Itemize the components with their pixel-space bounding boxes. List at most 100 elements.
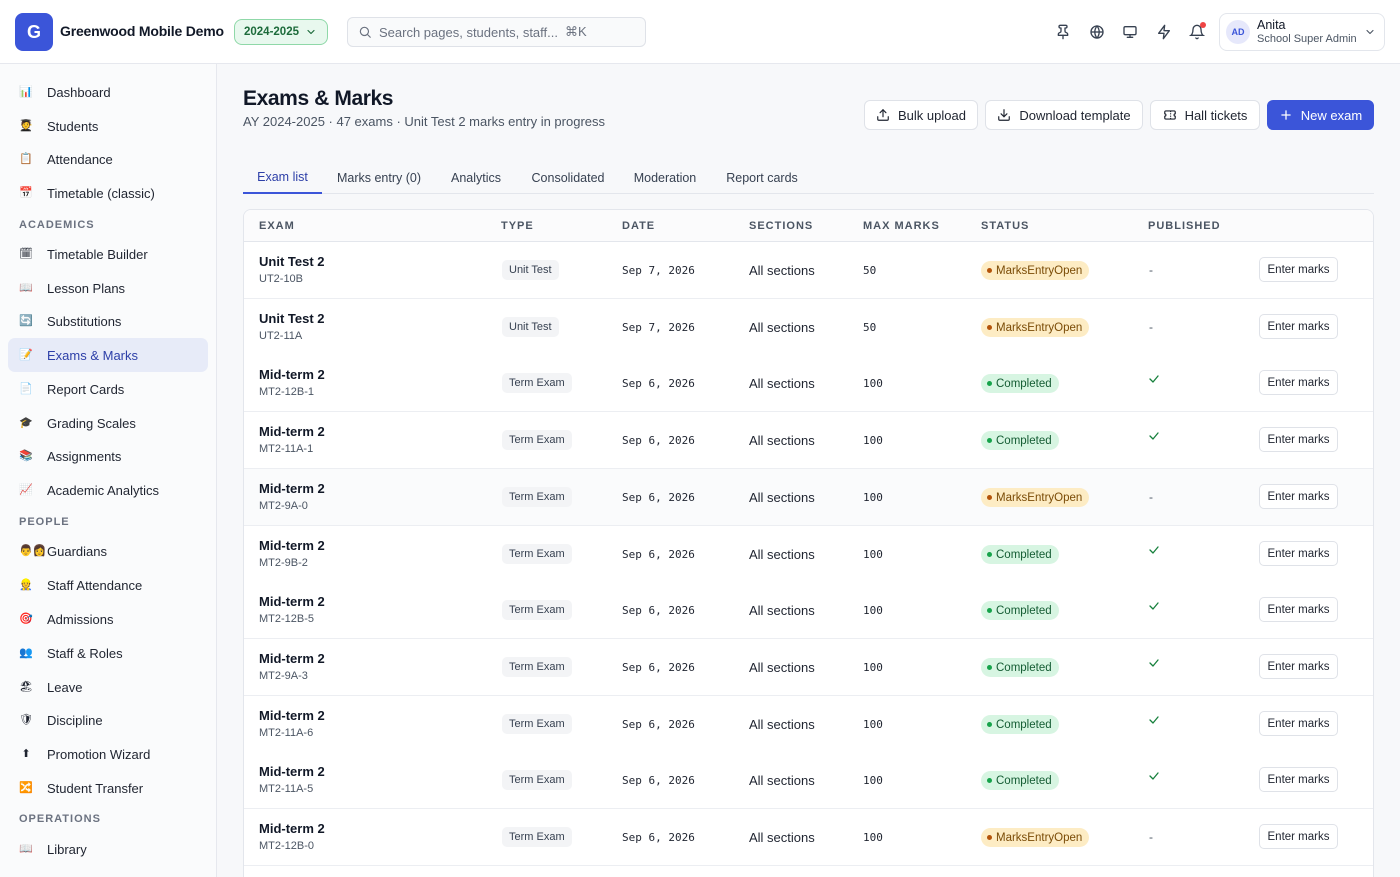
academic-year-selector[interactable]: 2024-2025 <box>234 19 328 45</box>
exam-date: Sep 6, 2026 <box>622 661 695 674</box>
table-row[interactable]: Mid-term 2 MT2-12B-1 Term Exam Sep 6, 2026 A… <box>244 355 1373 412</box>
exam-name[interactable]: Mid-term 2 <box>259 651 325 666</box>
sidebar-item-substitutions[interactable]: 🔄 Substitutions <box>8 304 208 338</box>
sidebar-item-label: Timetable Builder <box>47 246 148 262</box>
user-menu[interactable]: AD Anita School Super Admin <box>1219 13 1385 51</box>
sidebar-item-lesson-plans[interactable]: 📖 Lesson Plans <box>8 271 208 305</box>
bell-icon[interactable] <box>1187 22 1207 42</box>
sidebar-item-assignments[interactable]: 📚 Assignments <box>8 439 208 473</box>
enter-marks-button[interactable]: Enter marks <box>1259 484 1338 509</box>
column-header-exam[interactable]: EXAM <box>259 220 295 232</box>
sidebar-item-grading-scales[interactable]: 🎓 Grading Scales <box>8 406 208 440</box>
tab-marks-entry[interactable]: Marks entry (0) <box>329 161 429 194</box>
sidebar-section-operations: OPERATIONS <box>19 813 101 825</box>
tab-consolidated[interactable]: Consolidated <box>521 161 615 194</box>
sidebar-item-guardians[interactable]: 👨‍👩 Guardians <box>8 534 208 568</box>
pin-icon[interactable] <box>1053 22 1073 42</box>
exam-sections: All sections <box>749 547 815 562</box>
table-row[interactable]: Mid-term 2 MT2-9A-3 Term Exam Sep 6, 2026 Al… <box>244 639 1373 696</box>
enter-marks-button[interactable]: Enter marks <box>1259 654 1338 679</box>
download-template-button[interactable]: Download template <box>985 100 1143 130</box>
table-row[interactable]: Mid-term 2 MT2-11A-5 Term Exam Sep 6, 2026 A… <box>244 752 1373 809</box>
monitor-icon[interactable] <box>1120 22 1140 42</box>
hall-tickets-button[interactable]: Hall tickets <box>1150 100 1260 130</box>
bulk-upload-button[interactable]: Bulk upload <box>864 100 978 130</box>
exam-date: Sep 6, 2026 <box>622 774 695 787</box>
exam-name[interactable]: Mid-term 2 <box>259 594 325 609</box>
exam-sections: All sections <box>749 773 815 788</box>
status-dot <box>987 665 992 670</box>
sidebar-item-report-cards[interactable]: 📄 Report Cards <box>8 372 208 406</box>
sidebar-item-discipline[interactable]: 🛡 Discipline <box>8 703 208 737</box>
sidebar-item-timetable-builder[interactable]: 🗓 Timetable Builder <box>8 237 208 271</box>
exam-name[interactable]: Unit Test 2 <box>259 254 325 269</box>
sidebar-item-dashboard[interactable]: 📊 Dashboard <box>8 75 208 109</box>
exam-name[interactable]: Mid-term 2 <box>259 708 325 723</box>
table-row[interactable]: Mid-term 2 MT2-12B-0 Term Exam Sep 6, 2026 A… <box>244 809 1373 866</box>
book-icon: 📖 <box>19 842 33 855</box>
enter-marks-button[interactable]: Enter marks <box>1259 370 1338 395</box>
lightning-icon[interactable] <box>1154 22 1174 42</box>
column-header-status[interactable]: STATUS <box>981 220 1029 232</box>
exam-name[interactable]: Mid-term 2 <box>259 367 325 382</box>
column-header-max-marks[interactable]: MAX MARKS <box>863 220 940 232</box>
enter-marks-button[interactable]: Enter marks <box>1259 314 1338 339</box>
table-row[interactable]: Mid-term 2 MT2-11A-1 Term Exam Sep 6, 2026 A… <box>244 412 1373 469</box>
sidebar-item-attendance[interactable]: 📋 Attendance <box>8 142 208 176</box>
table-row[interactable]: Mid-term 2 MT2-9B-2 Term Exam Sep 6, 2026 Al… <box>244 526 1373 583</box>
download-icon <box>998 109 1011 121</box>
table-row[interactable]: Unit Test 2 UT2-10B Unit Test Sep 7, 2026 Al… <box>244 242 1373 299</box>
sidebar-item-exams-marks[interactable]: 📝 Exams & Marks <box>8 338 208 372</box>
enter-marks-button[interactable]: Enter marks <box>1259 711 1338 736</box>
table-row[interactable]: Unit Test 2 UT2-11A Unit Test Sep 7, 2026 Al… <box>244 299 1373 356</box>
sidebar-item-students[interactable]: 🧑‍🎓 Students <box>8 109 208 143</box>
new-exam-button[interactable]: New exam <box>1267 100 1374 130</box>
notification-dot <box>1200 22 1206 28</box>
worker-icon: 👷 <box>19 578 33 591</box>
tab-analytics[interactable]: Analytics <box>442 161 510 194</box>
exam-name[interactable]: Mid-term 2 <box>259 538 325 553</box>
sidebar-item-staff-roles[interactable]: 👥 Staff & Roles <box>8 636 208 670</box>
exam-name[interactable]: Mid-term 2 <box>259 481 325 496</box>
table-row[interactable]: Mid-term 2 MT2-9A-0 Term Exam Sep 6, 2026 Al… <box>244 469 1373 526</box>
column-header-type[interactable]: TYPE <box>501 220 534 232</box>
enter-marks-button[interactable]: Enter marks <box>1259 597 1338 622</box>
exam-name[interactable]: Mid-term 2 <box>259 764 325 779</box>
enter-marks-button[interactable]: Enter marks <box>1259 767 1338 792</box>
sidebar-item-academic-analytics[interactable]: 📈 Academic Analytics <box>8 473 208 507</box>
sidebar-item-library[interactable]: 📖 Library <box>8 832 208 866</box>
sidebar-item-leave[interactable]: 🏖 Leave <box>8 670 208 704</box>
globe-icon[interactable] <box>1087 22 1107 42</box>
sidebar-item-staff-attendance[interactable]: 👷 Staff Attendance <box>8 568 208 602</box>
enter-marks-button[interactable]: Enter marks <box>1259 427 1338 452</box>
exam-name[interactable]: Mid-term 2 <box>259 821 325 836</box>
exam-max-marks: 100 <box>863 604 883 617</box>
column-header-published[interactable]: PUBLISHED <box>1148 220 1221 232</box>
exam-name[interactable]: Mid-term 2 <box>259 424 325 439</box>
tab-exam-list[interactable]: Exam list <box>243 161 322 194</box>
tab-report-cards[interactable]: Report cards <box>717 161 807 194</box>
sidebar-item-timetable-classic[interactable]: 📅 Timetable (classic) <box>8 176 208 210</box>
table-row[interactable]: Mid-term 2 MT2-12B-5 Term Exam Sep 6, 2026 A… <box>244 582 1373 639</box>
exam-name[interactable]: Unit Test 2 <box>259 311 325 326</box>
status-badge: MarksEntryOpen <box>981 261 1090 280</box>
enter-marks-button[interactable]: Enter marks <box>1259 824 1338 849</box>
column-header-sections[interactable]: SECTIONS <box>749 220 813 232</box>
sidebar-item-label: Dashboard <box>47 84 111 100</box>
enter-marks-button[interactable]: Enter marks <box>1259 257 1338 282</box>
status-badge: MarksEntryOpen <box>981 488 1090 507</box>
exam-code: MT2-12B-1 <box>259 386 315 398</box>
sidebar-item-student-transfer[interactable]: 🔀 Student Transfer <box>8 771 208 805</box>
global-search-input[interactable]: Search pages, students, staff... ⌘K <box>347 17 646 47</box>
sidebar-item-promotion-wizard[interactable]: ⬆ Promotion Wizard <box>8 737 208 771</box>
app-logo[interactable]: G <box>15 13 53 51</box>
sidebar-item-admissions[interactable]: 🎯 Admissions <box>8 602 208 636</box>
column-header-date[interactable]: DATE <box>622 220 655 232</box>
enter-marks-button[interactable]: Enter marks <box>1259 541 1338 566</box>
status-badge: Completed <box>981 771 1059 790</box>
sidebar-item-label: Substitutions <box>47 313 122 329</box>
avatar: AD <box>1226 20 1250 44</box>
exam-max-marks: 100 <box>863 718 883 731</box>
tab-moderation[interactable]: Moderation <box>624 161 706 194</box>
table-row[interactable]: Mid-term 2 MT2-11A-6 Term Exam Sep 6, 2026 A… <box>244 696 1373 753</box>
